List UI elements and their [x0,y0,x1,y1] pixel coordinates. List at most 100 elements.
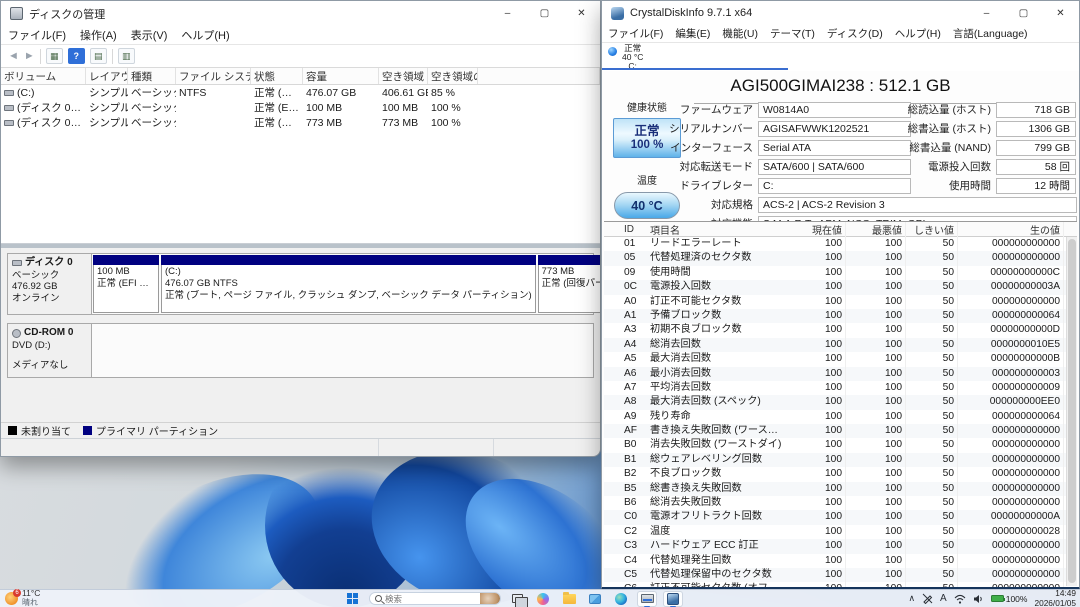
volume-row[interactable]: (C:) シンプル ベーシック NTFS 正常 (ブート... 476.07 G… [1,85,600,100]
smart-attribute-row[interactable]: C5 代替処理保留中のセクタ数 100 100 50 000000000000 [604,568,1077,582]
smart-attribute-row[interactable]: B6 総消去失敗回数 100 100 50 000000000000 [604,496,1077,510]
dm-maximize-button[interactable]: ▢ [526,1,563,26]
volume-icon [4,105,14,111]
dm-titlebar[interactable]: ディスクの管理 – ▢ ✕ [1,1,600,26]
smart-col-current[interactable]: 現在値 [790,222,846,237]
properties-icon[interactable]: ▥ [118,48,135,64]
smart-attribute-row[interactable]: A5 最大消去回数 100 100 50 00000000000B [604,352,1077,366]
cdrom-label-panel[interactable]: CD-ROM 0 DVD (D:) メディアなし [8,324,92,377]
smart-attribute-row[interactable]: A4 総消去回数 100 100 50 0000000010E5 [604,338,1077,352]
photos-button[interactable] [585,591,605,607]
smart-attribute-row[interactable]: A3 初期不良ブロック数 100 100 50 00000000000D [604,323,1077,337]
cdi-menu-item[interactable]: テーマ(T) [764,26,821,41]
smart-attribute-row[interactable]: A6 最小消去回数 100 100 50 000000000003 [604,367,1077,381]
cdrom-row: CD-ROM 0 DVD (D:) メディアなし [7,323,594,378]
show-hide-tree-icon[interactable]: ▤ [90,48,107,64]
toolbar-separator [40,49,41,64]
start-button[interactable] [343,591,363,607]
smart-attribute-row[interactable]: C0 電源オフリトラクト回数 100 100 50 00000000000A [604,510,1077,524]
smart-attribute-row[interactable]: 09 使用時間 100 100 50 00000000000C [604,266,1077,280]
col-filesystem[interactable]: ファイル システム [176,68,251,84]
col-volume[interactable]: ボリューム [1,68,86,84]
smart-table-scrollbar[interactable] [1066,237,1077,586]
smart-attribute-row[interactable]: C3 ハードウェア ECC 訂正 100 100 50 000000000000 [604,539,1077,553]
col-type[interactable]: 種類 [128,68,176,84]
smart-col-threshold[interactable]: しきい値 [906,222,958,237]
col-status[interactable]: 状態 [251,68,303,84]
task-view-button[interactable] [507,591,527,607]
disk-tab-c[interactable]: 正常 40 °C C: [608,44,643,71]
weather-widget[interactable]: 6 11°C 晴れ [5,589,40,607]
volume-row[interactable]: (ディスク 0 パーティショ... シンプル ベーシック 正常 (EFI ...… [1,100,600,115]
cdi-menu-item[interactable]: ディスク(D) [821,26,889,41]
help-icon[interactable]: ? [68,48,85,64]
smart-attribute-row[interactable]: AF 書き換え失敗回数 (ワーストダイ) 100 100 50 00000000… [604,424,1077,438]
selected-disk-underline [602,68,788,70]
copilot-button[interactable] [533,591,553,607]
disk-management-taskbar-button[interactable] [637,591,657,607]
smart-col-raw[interactable]: 生の値 [958,222,1064,237]
forward-arrow-icon[interactable]: ► [24,50,35,62]
edge-button[interactable] [611,591,631,607]
cdi-menu-item[interactable]: ファイル(F) [602,26,669,41]
back-arrow-icon[interactable]: ◄ [8,50,19,62]
partition-recovery[interactable]: 773 MB 正常 (回復パーティション) [538,255,600,313]
partition-c[interactable]: (C:) 476.07 GB NTFS 正常 (ブート, ページ ファイル, ク… [161,255,536,313]
smart-attribute-row[interactable]: C6 訂正不可能セクタ数 (オフライン) 100 100 50 00000000… [604,582,1077,587]
file-explorer-button[interactable] [559,591,579,607]
volume-icon[interactable] [973,594,984,604]
scrollbar-thumb[interactable] [1068,239,1076,583]
col-layout[interactable]: レイアウト [86,68,128,84]
smart-attribute-row[interactable]: A8 最大消去回数 (スペック) 100 100 50 000000000EE0 [604,395,1077,409]
crystaldiskinfo-taskbar-button[interactable] [663,591,683,607]
ime-mode-indicator[interactable]: A [940,593,947,604]
smart-attribute-row[interactable]: 05 代替処理済のセクタ数 100 100 50 000000000000 [604,251,1077,265]
smart-attribute-row[interactable]: 01 リードエラーレート 100 100 50 000000000000 [604,237,1077,251]
smart-attribute-row[interactable]: A9 残り寿命 100 100 50 000000000064 [604,410,1077,424]
volume-row[interactable]: (ディスク 0 パーティショ... シンプル ベーシック 正常 (回復... 7… [1,115,600,130]
dm-menu-item[interactable]: 操作(A) [73,27,124,43]
smart-attribute-row[interactable]: B1 総ウェアレベリング回数 100 100 50 000000000000 [604,453,1077,467]
col-free-pct[interactable]: 空き領域の割.. [428,68,478,84]
smart-attribute-row[interactable]: C2 温度 100 100 50 000000000028 [604,525,1077,539]
partition-efi[interactable]: 100 MB 正常 (EFI システム パーティシ [93,255,159,313]
cdi-menu-item[interactable]: 言語(Language) [947,26,1034,41]
console-view-icon[interactable]: ▦ [46,48,63,64]
smart-attribute-row[interactable]: B2 不良ブロック数 100 100 50 000000000000 [604,467,1077,481]
cdi-menu-item[interactable]: 編集(E) [669,26,716,41]
col-free[interactable]: 空き領域 [379,68,428,84]
pen-disabled-icon[interactable] [922,593,933,604]
taskbar-search[interactable] [369,592,501,605]
dm-close-button[interactable]: ✕ [563,1,600,26]
dm-menu-item[interactable]: 表示(V) [124,27,175,43]
smart-attribute-row[interactable]: 0C 電源投入回数 100 100 50 00000000003A [604,280,1077,294]
cdi-titlebar[interactable]: CrystalDiskInfo 9.7.1 x64 – ▢ ✕ [602,1,1079,25]
cdi-minimize-button[interactable]: – [968,1,1005,25]
cdi-maximize-button[interactable]: ▢ [1005,1,1042,25]
smart-attribute-row[interactable]: B5 総書き換え失敗回数 100 100 50 000000000000 [604,482,1077,496]
battery-indicator[interactable]: 100% [991,594,1028,604]
cdi-close-button[interactable]: ✕ [1042,1,1079,25]
wifi-icon[interactable] [954,594,966,604]
smart-attribute-row[interactable]: A7 平均消去回数 100 100 50 000000000009 [604,381,1077,395]
cdi-menu-item[interactable]: 機能(U) [716,26,764,41]
smart-col-worst[interactable]: 最悪値 [846,222,906,237]
taskbar-clock[interactable]: 14:49 2026/01/05 [1034,589,1076,607]
disk0-label-panel[interactable]: ディスク 0 ベーシック 476.92 GB オンライン [8,254,92,314]
smart-attribute-row[interactable]: B0 消去失敗回数 (ワーストダイ) 100 100 50 0000000000… [604,438,1077,452]
info-field-row: 総書込量 (ホスト) 1306 GB [886,119,1076,138]
search-input[interactable] [382,594,480,604]
dm-menu-item[interactable]: ヘルプ(H) [174,27,236,43]
smart-attribute-row[interactable]: A0 訂正不可能セクタ数 100 100 50 000000000000 [604,295,1077,309]
hidden-icons-chevron[interactable]: ∧ [908,593,915,604]
smart-col-id[interactable]: ID [621,224,647,235]
dm-minimize-button[interactable]: – [489,1,526,26]
col-capacity[interactable]: 容量 [303,68,379,84]
smart-attribute-row[interactable]: C4 代替処理発生回数 100 100 50 000000000000 [604,554,1077,568]
legend-item: 未割り当て [8,423,71,438]
disk-icon [12,260,22,266]
cdi-menu-item[interactable]: ヘルプ(H) [889,26,947,41]
smart-attribute-row[interactable]: A1 予備ブロック数 100 100 50 000000000064 [604,309,1077,323]
smart-col-name[interactable]: 項目名 [647,222,790,237]
dm-menu-item[interactable]: ファイル(F) [1,27,73,43]
